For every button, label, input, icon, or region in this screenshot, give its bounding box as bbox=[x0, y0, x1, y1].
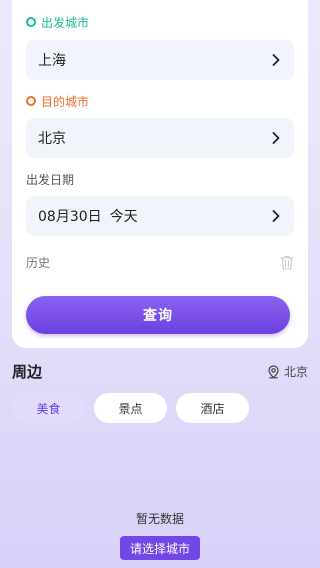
departure-date-value: 08月30日 今天 bbox=[38, 206, 138, 226]
from-city-field[interactable]: 上海 bbox=[26, 40, 294, 80]
search-card: 出发城市 上海 目的城市 北京 出发日期 08月30日 今天 历史 查询 bbox=[12, 0, 308, 348]
from-dot-icon bbox=[26, 17, 36, 27]
to-city-label-text: 目的城市 bbox=[41, 94, 90, 109]
from-city-value: 上海 bbox=[38, 53, 66, 69]
history-row: 历史 bbox=[26, 252, 294, 272]
to-dot-icon bbox=[26, 96, 36, 106]
query-button[interactable]: 查询 bbox=[26, 296, 290, 334]
chevron-right-icon bbox=[272, 54, 280, 66]
choose-city-button[interactable]: 请选择城市 bbox=[120, 536, 200, 560]
tab-hotels[interactable]: 酒店 bbox=[176, 393, 249, 423]
date-text: 08月30日 bbox=[38, 209, 102, 225]
nearby-city[interactable]: 北京 bbox=[267, 363, 308, 380]
location-icon bbox=[268, 364, 279, 378]
empty-message: 暂无数据 bbox=[135, 512, 184, 526]
to-city-label: 目的城市 bbox=[26, 93, 89, 109]
nearby-title: 周边 bbox=[12, 363, 43, 381]
date-day-text: 今天 bbox=[109, 209, 138, 225]
nearby-tabs: 美食 景点 酒店 bbox=[12, 393, 249, 423]
chevron-right-icon bbox=[272, 210, 280, 222]
trash-icon[interactable] bbox=[280, 255, 294, 270]
tab-attractions[interactable]: 景点 bbox=[94, 393, 167, 423]
chevron-right-icon bbox=[272, 132, 280, 144]
to-city-field[interactable]: 北京 bbox=[26, 118, 294, 158]
departure-date-field[interactable]: 08月30日 今天 bbox=[26, 196, 294, 236]
from-city-label-text: 出发城市 bbox=[41, 15, 90, 30]
from-city-label: 出发城市 bbox=[26, 14, 89, 30]
nearby-city-text: 北京 bbox=[283, 365, 308, 379]
departure-date-label: 出发日期 bbox=[26, 173, 75, 187]
history-label: 历史 bbox=[26, 255, 51, 270]
to-city-value: 北京 bbox=[38, 131, 66, 147]
tab-food[interactable]: 美食 bbox=[12, 393, 85, 423]
